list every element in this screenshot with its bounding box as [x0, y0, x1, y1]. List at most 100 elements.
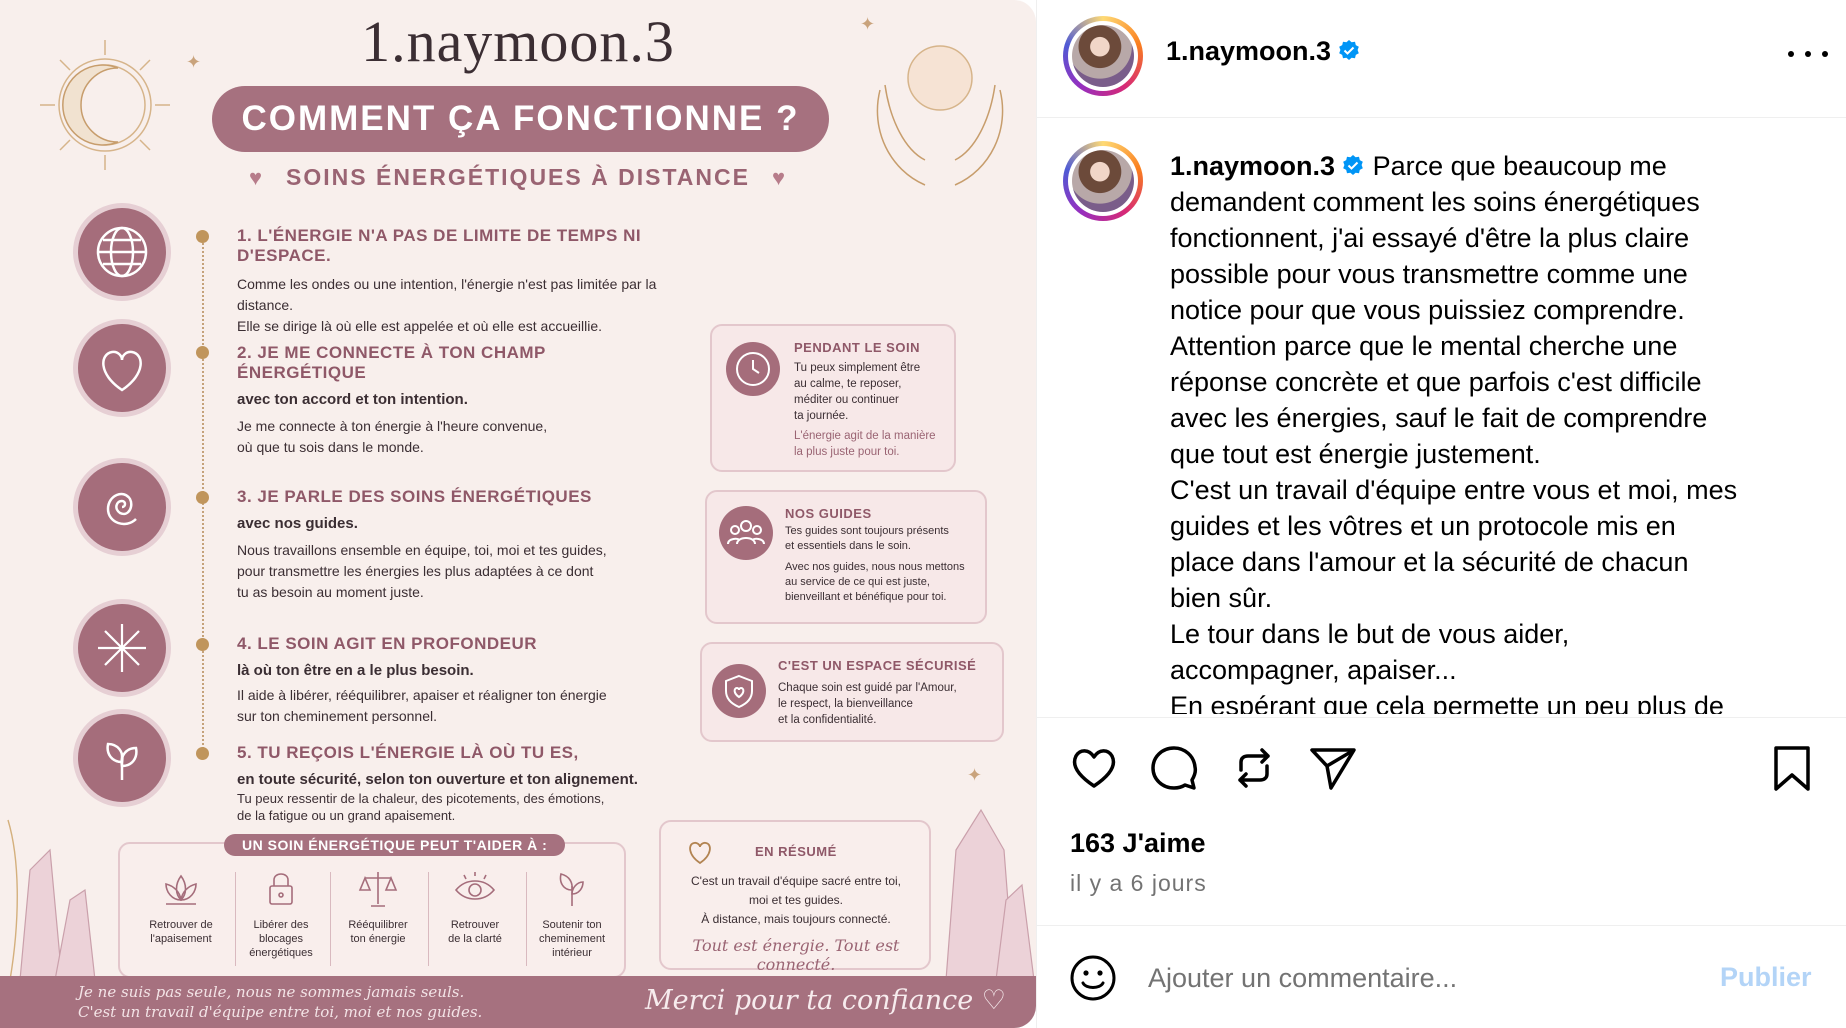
step-text: Tu peux ressentir de la chaleur, des pic…: [237, 791, 605, 806]
heart-icon: ♥: [248, 165, 265, 190]
help-text: Rééquilibrer: [348, 919, 408, 931]
post-timestamp[interactable]: il y a 6 jours: [1070, 870, 1207, 897]
step-lead: en toute sécurité, selon ton ouverture e…: [237, 771, 638, 788]
caption-avatar[interactable]: [1063, 141, 1143, 221]
step-text: Nous travaillons ensemble en équipe, toi…: [237, 542, 607, 558]
help-text: blocages: [258, 933, 304, 945]
caption-line: En espérant que cela permette un peu plu…: [1170, 691, 1724, 714]
verified-badge-icon: [1339, 40, 1359, 60]
help-item: Soutenir ton cheminement intérieur: [527, 866, 617, 960]
save-button[interactable]: [1766, 742, 1818, 794]
sprout-icon: [559, 873, 584, 906]
box-note-line: L'énergie agit de la manière: [794, 430, 936, 442]
more-options-icon[interactable]: [1788, 40, 1828, 68]
like-button[interactable]: [1068, 742, 1120, 794]
step-text: Il aide à libérer, rééquilibrer, apaiser…: [237, 687, 607, 703]
repost-button[interactable]: [1228, 742, 1280, 794]
step-text: Je me connecte à ton énergie à l'heure c…: [237, 418, 548, 434]
clock-icon: [726, 342, 780, 396]
step-lead: avec ton accord et ton intention.: [237, 391, 468, 408]
publish-button[interactable]: Publier: [1720, 962, 1812, 993]
header-username-text[interactable]: 1.naymoon.3: [1166, 36, 1331, 66]
panel-divider: [1036, 0, 1037, 1028]
box-note-line: au service de ce qui est juste,: [785, 576, 930, 588]
box-text-line: Tu peux simplement être: [794, 362, 921, 374]
scales-icon: [358, 872, 398, 907]
image-subtitle: ♥ SOINS ÉNERGÉTIQUES À DISTANCE ♥: [0, 164, 1036, 191]
heart-outline-icon: [689, 841, 711, 865]
timeline-dot: [196, 638, 209, 651]
box-title: C'EST UN ESPACE SÉCURISÉ: [778, 658, 977, 673]
shield-heart-icon: [712, 664, 766, 718]
caption-line: Le tour dans le but de vous aider,: [1170, 619, 1570, 649]
starburst-icon: [78, 604, 166, 692]
comment-button[interactable]: [1148, 742, 1200, 794]
divider: [330, 872, 331, 966]
image-handle: 1.naymoon.3: [361, 9, 675, 74]
help-text: énergétiques: [249, 947, 313, 959]
step-lead: avec nos guides.: [237, 515, 358, 532]
step-lead: là où ton être en a le plus besoin.: [237, 662, 474, 679]
lotus-icon: [165, 874, 197, 905]
image-subtitle-text: SOINS ÉNERGÉTIQUES À DISTANCE: [286, 164, 750, 190]
caption-line: bien sûr.: [1170, 583, 1273, 613]
caption-username[interactable]: 1.naymoon.3: [1170, 151, 1335, 181]
heart-icon: [1072, 749, 1116, 788]
box-title: NOS GUIDES: [785, 506, 872, 521]
repost-icon: [1238, 748, 1270, 788]
box-note-line: bienveillant et bénéfique pour toi.: [785, 591, 947, 603]
footer-right-text: Merci pour ta confiance ♡: [645, 985, 1006, 1016]
caption-line: Attention parce que le mental cherche un…: [1170, 331, 1678, 361]
box-text-line: méditer ou continuer: [794, 394, 899, 406]
help-text: Libérer des: [253, 919, 309, 931]
help-item: Retrouver de la clarté: [430, 866, 520, 946]
step-title: 4. LE SOIN AGIT EN PROFONDEUR: [237, 634, 538, 653]
box-nos-guides: NOS GUIDES Tes guides sont toujours prés…: [705, 490, 987, 624]
step-text: de la fatigue ou un grand apaisement.: [237, 808, 456, 823]
box-note-line: Avec nos guides, nous nous mettons: [785, 561, 965, 573]
bookmark-icon: [1774, 746, 1810, 791]
emoji-icon[interactable]: [1068, 953, 1118, 1003]
footer-line: Je ne suis pas seule, nous ne sommes jam…: [78, 983, 465, 1001]
comment-input[interactable]: [1148, 960, 1668, 996]
step-2: 2. JE ME CONNECTE À TON CHAMP ÉNERGÉTIQU…: [237, 343, 677, 458]
caption-line: fonctionnent, j'ai essayé d'être la plus…: [1170, 223, 1690, 253]
help-item: Libérer des blocages énergétiques: [236, 866, 326, 960]
box-text-line: ta journée.: [794, 410, 849, 422]
step-text: pour transmettre les énergies les plus a…: [237, 563, 594, 579]
comment-bubble-icon: [1151, 746, 1198, 790]
step-title: 3. JE PARLE DES SOINS ÉNERGÉTIQUES: [237, 487, 592, 506]
timeline-dot: [196, 491, 209, 504]
caption: 1.naymoon.3 Parce que beaucoup me demand…: [1170, 148, 1780, 714]
divider: [1037, 925, 1846, 926]
step-text: Comme les ondes ou une intention, l'éner…: [237, 276, 657, 313]
summary-script: Tout est énergie. Tout est connecté.: [692, 936, 900, 974]
header-username[interactable]: 1.naymoon.3: [1166, 36, 1361, 67]
box-espace-securise: C'EST UN ESPACE SÉCURISÉ Chaque soin est…: [700, 642, 1004, 742]
help-text: cheminement: [538, 933, 606, 945]
step-3: 3. JE PARLE DES SOINS ÉNERGÉTIQUES avec …: [237, 487, 677, 603]
caption-line: Parce que beaucoup me: [1372, 151, 1667, 181]
box-text: Chaque soin est guidé par l'Amour, le re…: [778, 680, 957, 728]
header-avatar[interactable]: [1063, 16, 1143, 96]
help-text: intérieur: [552, 947, 592, 959]
help-label: UN SOIN ÉNERGÉTIQUE PEUT T'AIDER À :: [224, 834, 566, 856]
likes-count[interactable]: 163 J'aime: [1070, 828, 1206, 859]
box-text-line: au calme, te reposer,: [794, 378, 902, 390]
help-item: Retrouver de l'apaisement: [136, 866, 226, 946]
step-text: Elle se dirige là où elle est appelée et…: [237, 318, 603, 334]
step-title: 5. TU REÇOIS L'ÉNERGIE LÀ OÙ TU ES,: [237, 743, 579, 762]
box-title: PENDANT LE SOIN: [794, 340, 920, 355]
divider: [1037, 717, 1846, 718]
step-text: où que tu sois dans le monde.: [237, 439, 424, 455]
heart-outline-icon: ♡: [981, 985, 1006, 1016]
box-text-line: et la confidentialité.: [778, 714, 877, 726]
post-image[interactable]: ✦ ✦ ✦ 1.naymoon.3 COMMENT ÇA FONCTIONNE …: [0, 0, 1036, 1028]
caption-scroll-area[interactable]: 1.naymoon.3 Parce que beaucoup me demand…: [1170, 148, 1780, 714]
step-1: 1. L'ÉNERGIE N'A PAS DE LIMITE DE TEMPS …: [237, 226, 677, 337]
share-button[interactable]: [1307, 742, 1359, 794]
step-title: 2. JE ME CONNECTE À TON CHAMP ÉNERGÉTIQU…: [237, 343, 546, 382]
help-text: Soutenir ton: [542, 919, 602, 931]
step-title: 1. L'ÉNERGIE N'A PAS DE LIMITE DE TEMPS …: [237, 226, 642, 265]
caption-line: place dans l'amour et la sécurité de cha…: [1170, 547, 1689, 577]
